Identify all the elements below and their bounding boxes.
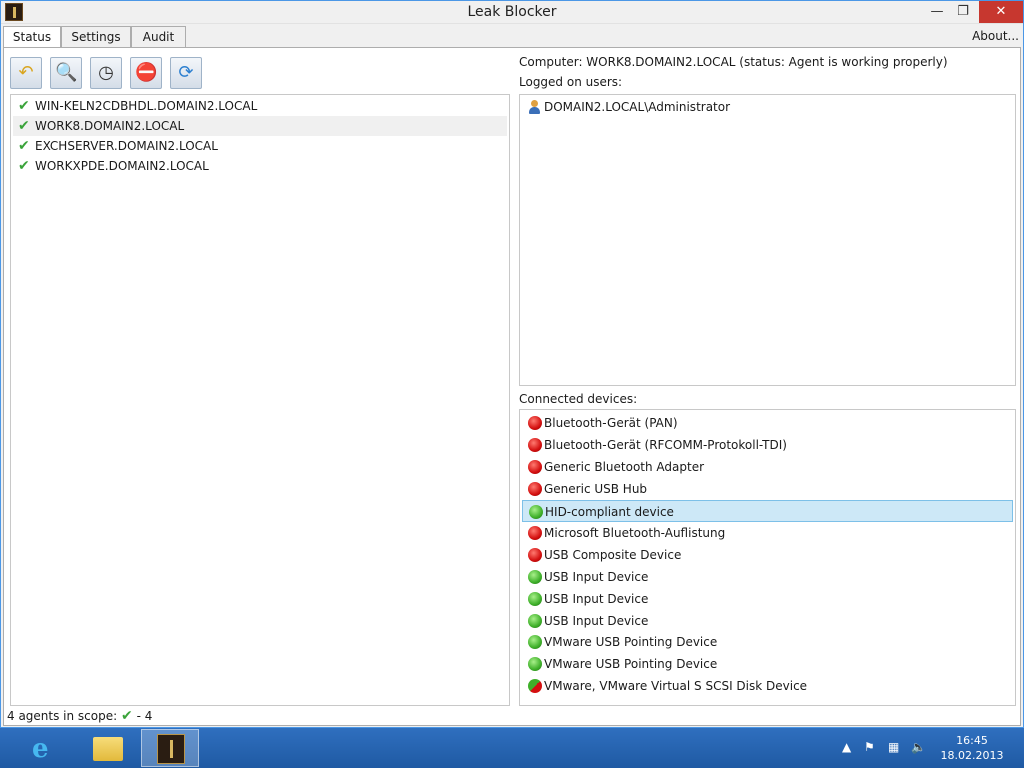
undo-button[interactable]: ↶ bbox=[10, 57, 42, 89]
view-details-button[interactable]: 🔍 bbox=[50, 57, 82, 89]
close-button[interactable]: ✕ bbox=[979, 1, 1023, 23]
agent-name: WORK8.DOMAIN2.LOCAL bbox=[35, 119, 185, 133]
check-icon: ✔ bbox=[18, 138, 30, 154]
action-center-flag-icon[interactable]: ⚑ bbox=[864, 740, 875, 754]
taskbar: e ▲ ⚑ ▦ 🔈 16:45 18.02.2013 bbox=[0, 728, 1024, 768]
status-panel: ↶ 🔍 ◷ ⛔ ⟳ ✔ WIN-KELN2CDBHDL.DOMAIN2.LOCA… bbox=[3, 47, 1021, 726]
list-item[interactable]: HID-compliant device bbox=[522, 500, 1013, 522]
status-bar: 4 agents in scope: ✔ - 4 bbox=[7, 708, 152, 724]
list-item[interactable]: VMware USB Pointing Device bbox=[522, 631, 1013, 653]
app-logo-icon bbox=[157, 734, 185, 764]
logged-users-label: Logged on users: bbox=[519, 75, 623, 89]
agent-name: EXCHSERVER.DOMAIN2.LOCAL bbox=[35, 139, 218, 153]
title-bar[interactable]: Leak Blocker — ❐ ✕ bbox=[1, 1, 1023, 24]
list-item[interactable]: ✔ WORK8.DOMAIN2.LOCAL bbox=[13, 116, 507, 136]
folder-icon bbox=[93, 737, 123, 761]
taskbar-explorer-button[interactable] bbox=[79, 729, 137, 767]
list-item[interactable]: USB Input Device bbox=[522, 588, 1013, 610]
show-hidden-icons-icon[interactable]: ▲ bbox=[842, 740, 851, 754]
status-red-icon bbox=[528, 526, 542, 540]
status-green-icon bbox=[528, 635, 542, 649]
device-name: Generic USB Hub bbox=[544, 482, 648, 496]
agent-list[interactable]: ✔ WIN-KELN2CDBHDL.DOMAIN2.LOCAL ✔ WORK8.… bbox=[10, 94, 510, 706]
tab-settings[interactable]: Settings bbox=[61, 26, 131, 48]
agent-name: WIN-KELN2CDBHDL.DOMAIN2.LOCAL bbox=[35, 99, 258, 113]
device-name: VMware USB Pointing Device bbox=[544, 657, 718, 671]
clock-icon: ◷ bbox=[98, 62, 114, 83]
devices-label: Connected devices: bbox=[519, 392, 638, 406]
agents-count-label: 4 agents in scope: bbox=[7, 709, 118, 723]
window-title: Leak Blocker bbox=[467, 4, 557, 20]
status-green-icon bbox=[528, 614, 542, 628]
maximize-button[interactable]: ❐ bbox=[951, 1, 975, 23]
agent-name: WORKXPDE.DOMAIN2.LOCAL bbox=[35, 159, 209, 173]
device-name: USB Input Device bbox=[544, 614, 649, 628]
list-item[interactable]: Bluetooth-Gerät (RFCOMM-Protokoll-TDI) bbox=[522, 434, 1013, 456]
list-item[interactable]: ✔ WIN-KELN2CDBHDL.DOMAIN2.LOCAL bbox=[13, 96, 507, 116]
check-icon: ✔ bbox=[121, 708, 133, 724]
status-red-icon bbox=[528, 548, 542, 562]
clock-time: 16:45 bbox=[956, 734, 988, 747]
user-icon bbox=[528, 100, 541, 114]
status-green-icon bbox=[529, 505, 543, 519]
list-item[interactable]: USB Input Device bbox=[522, 610, 1013, 632]
list-item[interactable]: ✔ WORKXPDE.DOMAIN2.LOCAL bbox=[13, 156, 507, 176]
agents-ok-count: - 4 bbox=[136, 709, 153, 723]
device-name: USB Input Device bbox=[544, 570, 649, 584]
undo-icon: ↶ bbox=[18, 62, 34, 83]
about-link[interactable]: About... bbox=[972, 29, 1019, 43]
user-name: DOMAIN2.LOCAL\Administrator bbox=[544, 100, 731, 114]
tab-status[interactable]: Status bbox=[3, 26, 61, 49]
refresh-button[interactable]: ⟳ bbox=[170, 57, 202, 89]
list-item[interactable]: Microsoft Bluetooth-Auflistung bbox=[522, 522, 1013, 544]
volume-muted-icon[interactable]: 🔈 bbox=[911, 740, 926, 754]
minimize-button[interactable]: — bbox=[925, 1, 949, 23]
search-document-icon: 🔍 bbox=[55, 62, 78, 83]
list-item[interactable]: Bluetooth-Gerät (PAN) bbox=[522, 412, 1013, 434]
list-item[interactable]: VMware USB Pointing Device bbox=[522, 653, 1013, 675]
clock-date: 18.02.2013 bbox=[940, 749, 1004, 762]
taskbar-leakblocker-button[interactable] bbox=[141, 729, 199, 767]
list-item[interactable]: USB Composite Device bbox=[522, 544, 1013, 566]
list-item[interactable]: VMware, VMware Virtual S SCSI Disk Devic… bbox=[522, 675, 1013, 697]
status-red-icon bbox=[528, 460, 542, 474]
device-name: USB Input Device bbox=[544, 592, 649, 606]
computer-status: Computer: WORK8.DOMAIN2.LOCAL (status: A… bbox=[519, 55, 948, 69]
status-mixed-icon bbox=[528, 679, 542, 693]
status-green-icon bbox=[528, 657, 542, 671]
system-clock[interactable]: 16:45 18.02.2013 bbox=[932, 733, 1012, 763]
status-green-icon bbox=[528, 570, 542, 584]
status-red-icon bbox=[528, 482, 542, 496]
device-name: HID-compliant device bbox=[545, 505, 674, 519]
device-name: USB Composite Device bbox=[544, 548, 682, 562]
device-name: Bluetooth-Gerät (PAN) bbox=[544, 416, 678, 430]
status-red-icon bbox=[528, 416, 542, 430]
tab-audit[interactable]: Audit bbox=[131, 26, 186, 48]
list-item[interactable]: Generic Bluetooth Adapter bbox=[522, 456, 1013, 478]
list-item[interactable]: ✔ EXCHSERVER.DOMAIN2.LOCAL bbox=[13, 136, 507, 156]
internet-explorer-icon: e bbox=[32, 734, 49, 764]
taskbar-ie-button[interactable]: e bbox=[16, 729, 74, 767]
schedule-stop-button[interactable]: ⛔ bbox=[130, 57, 162, 89]
clock-stop-icon: ⛔ bbox=[135, 62, 158, 83]
device-list[interactable]: Bluetooth-Gerät (PAN) Bluetooth-Gerät (R… bbox=[519, 409, 1016, 706]
app-window: Leak Blocker — ❐ ✕ Status Settings Audit… bbox=[0, 0, 1024, 728]
status-red-icon bbox=[528, 438, 542, 452]
list-item[interactable]: Generic USB Hub bbox=[522, 478, 1013, 500]
schedule-button[interactable]: ◷ bbox=[90, 57, 122, 89]
device-name: Bluetooth-Gerät (RFCOMM-Protokoll-TDI) bbox=[544, 438, 787, 452]
device-name: Microsoft Bluetooth-Auflistung bbox=[544, 526, 726, 540]
network-icon[interactable]: ▦ bbox=[888, 740, 899, 754]
check-icon: ✔ bbox=[18, 158, 30, 174]
device-name: VMware USB Pointing Device bbox=[544, 635, 718, 649]
user-list[interactable]: DOMAIN2.LOCAL\Administrator bbox=[519, 94, 1016, 386]
device-name: VMware, VMware Virtual S SCSI Disk Devic… bbox=[544, 679, 808, 693]
check-icon: ✔ bbox=[18, 118, 30, 134]
device-name: Generic Bluetooth Adapter bbox=[544, 460, 705, 474]
list-item[interactable]: DOMAIN2.LOCAL\Administrator bbox=[524, 98, 730, 116]
status-green-icon bbox=[528, 592, 542, 606]
refresh-icon: ⟳ bbox=[178, 62, 194, 83]
check-icon: ✔ bbox=[18, 98, 30, 114]
list-item[interactable]: USB Input Device bbox=[522, 566, 1013, 588]
